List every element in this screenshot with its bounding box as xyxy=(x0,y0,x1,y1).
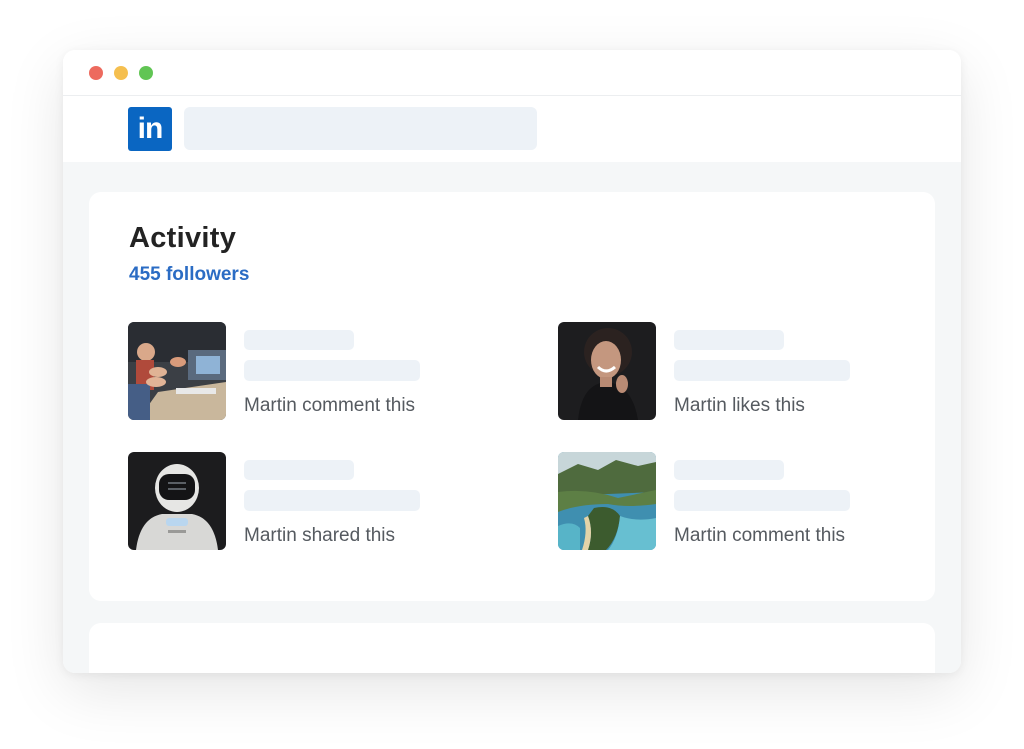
island-aerial-photo xyxy=(558,452,656,550)
top-navbar: in xyxy=(63,96,961,162)
minimize-window-button[interactable] xyxy=(114,66,128,80)
maximize-window-button[interactable] xyxy=(139,66,153,80)
office-meeting-photo xyxy=(128,322,226,420)
skeleton-line-short xyxy=(244,330,354,350)
skeleton-line-long xyxy=(244,360,420,381)
skeleton-line-long xyxy=(674,490,850,511)
skeleton-line-short xyxy=(244,460,354,480)
linkedin-logo-icon[interactable]: in xyxy=(128,107,172,151)
search-bar-placeholder[interactable] xyxy=(184,107,537,150)
activity-item-text: Martin likes this xyxy=(674,395,805,416)
activity-item[interactable]: Martin comment this xyxy=(558,452,898,552)
smiling-woman-photo xyxy=(558,322,656,420)
activity-card: Activity 455 followers Martin comment th… xyxy=(89,192,935,601)
main-content: Activity 455 followers Martin comment th… xyxy=(63,162,961,673)
robot-photo xyxy=(128,452,226,550)
title-bar xyxy=(63,50,961,96)
activity-title: Activity xyxy=(129,222,237,254)
skeleton-line-short xyxy=(674,330,784,350)
skeleton-line-long xyxy=(244,490,420,511)
activity-item-text: Martin shared this xyxy=(244,525,396,546)
activity-item-text: Martin comment this xyxy=(244,395,416,416)
activity-item[interactable]: Martin likes this xyxy=(558,322,898,422)
browser-window: in Activity 455 followers Martin comment… xyxy=(63,50,961,673)
activity-item-text: Martin comment this xyxy=(674,525,846,546)
activity-item[interactable]: Martin comment this xyxy=(128,322,468,422)
activity-item[interactable]: Martin shared this xyxy=(128,452,468,552)
skeleton-line-long xyxy=(674,360,850,381)
skeleton-line-short xyxy=(674,460,784,480)
secondary-card xyxy=(89,623,935,673)
close-window-button[interactable] xyxy=(89,66,103,80)
followers-count-link[interactable]: 455 followers xyxy=(129,264,249,286)
